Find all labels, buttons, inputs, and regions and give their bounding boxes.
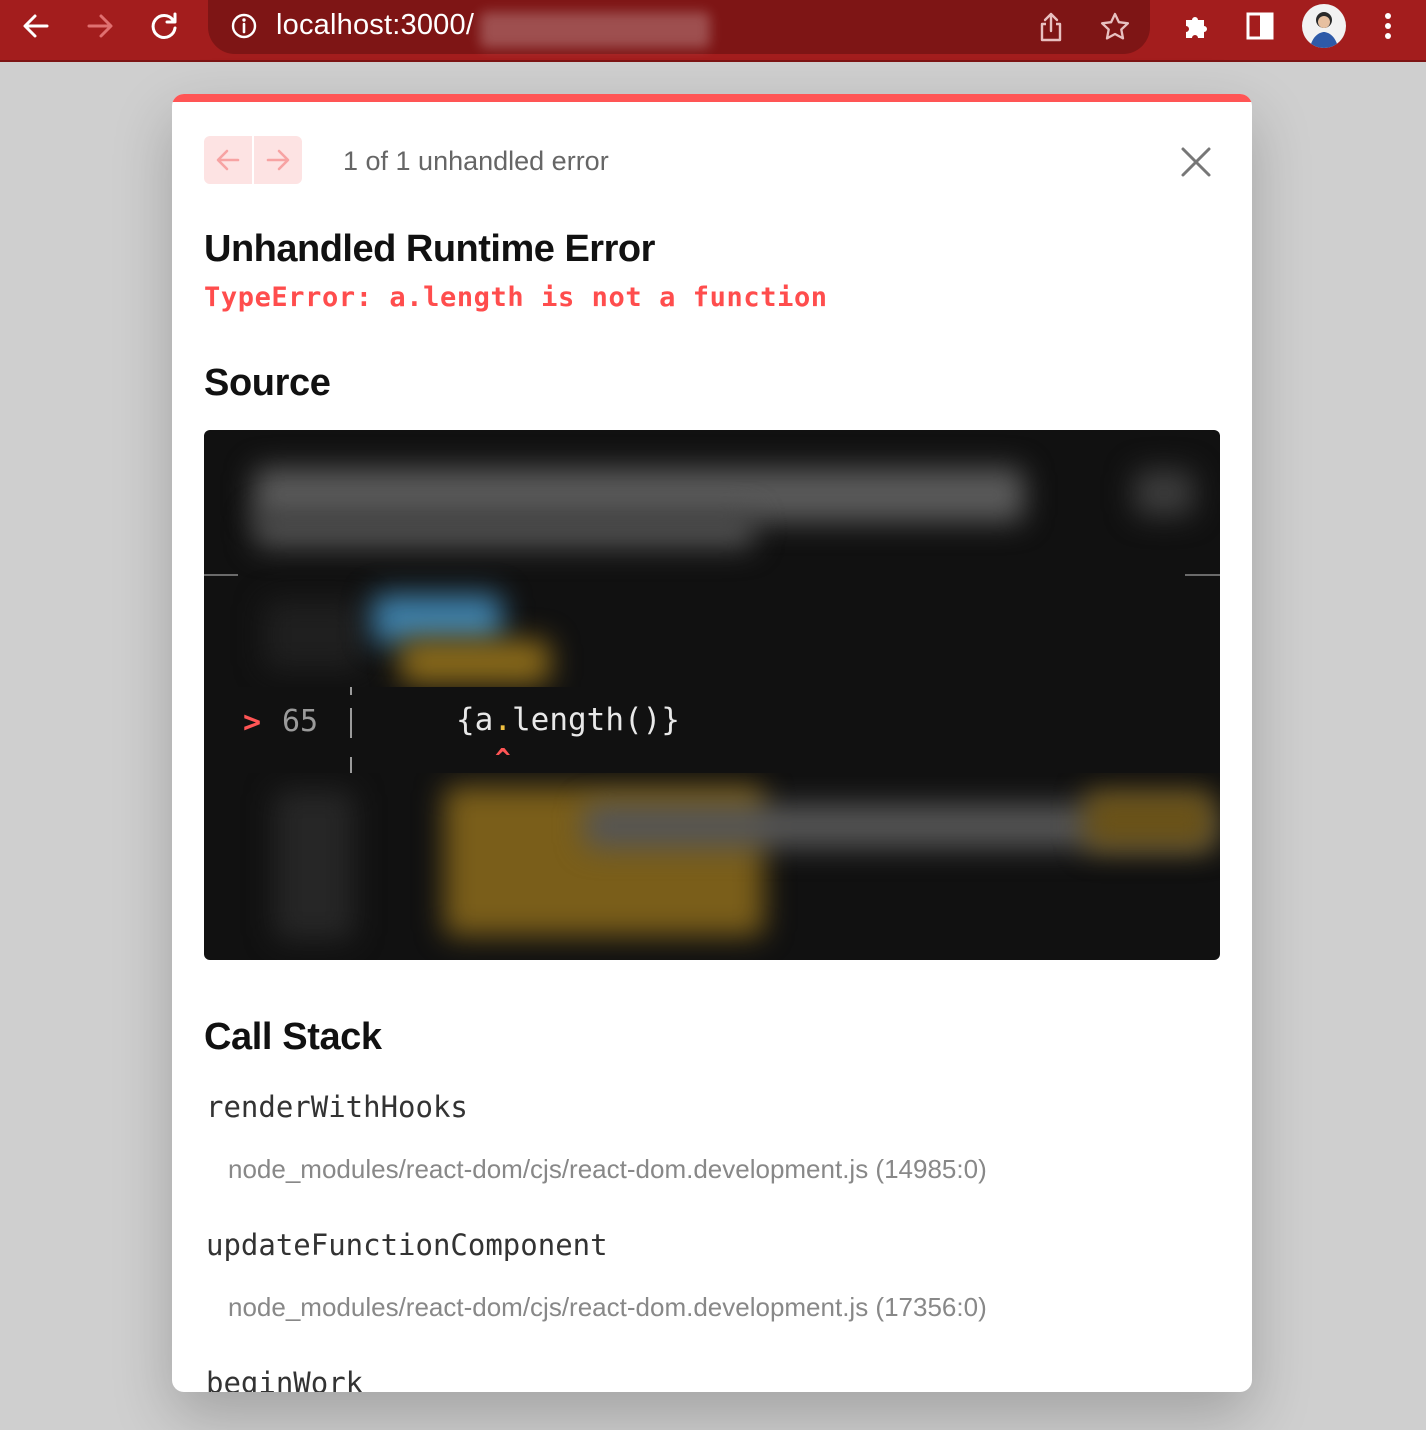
redacted-line-number <box>274 790 354 940</box>
error-overlay-dialog: 1 of 1 unhandled error Unhandled Runtime… <box>172 94 1252 1392</box>
error-pagination <box>204 136 302 184</box>
error-line-marker: > <box>243 705 262 740</box>
source-heading: Source <box>204 362 331 404</box>
gutter-line <box>350 757 352 773</box>
star-icon[interactable] <box>1098 10 1132 44</box>
side-panel-icon <box>1246 12 1274 40</box>
stack-frame-file[interactable]: node_modules/react-dom/cjs/react-dom.dev… <box>228 1154 987 1185</box>
stack-frame-function[interactable]: updateFunctionComponent <box>206 1228 608 1262</box>
redacted-line-number <box>264 600 364 670</box>
reload-button[interactable] <box>138 0 190 52</box>
arrow-right-icon <box>266 149 290 171</box>
stack-frame-function[interactable]: renderWithHooks <box>206 1090 468 1124</box>
puzzle-icon <box>1186 17 1207 38</box>
divider <box>204 574 238 576</box>
arrow-left-icon <box>23 14 49 38</box>
next-error-button[interactable] <box>254 136 302 184</box>
gutter-line <box>350 687 352 695</box>
arrow-right-icon <box>87 14 113 38</box>
back-button[interactable] <box>10 0 62 52</box>
error-title: Unhandled Runtime Error <box>204 228 655 270</box>
gutter-line <box>350 708 352 738</box>
avatar[interactable] <box>1302 4 1346 48</box>
source-code-frame: > 65 {a.length()} ^ <box>204 430 1220 960</box>
redacted-url-path <box>480 12 710 48</box>
redacted-code-line <box>254 512 754 548</box>
stack-frame-function[interactable]: beginWork <box>206 1366 363 1392</box>
error-accent-bar <box>172 94 1252 102</box>
redacted-code-token <box>372 594 502 644</box>
redacted-code-line <box>1134 470 1194 516</box>
reload-icon <box>151 12 177 39</box>
browser-toolbar: localhost:3000/ <box>0 0 1426 62</box>
redacted-code-token <box>400 640 550 684</box>
error-message: TypeError: a.length is not a function <box>204 282 828 313</box>
info-icon[interactable] <box>230 12 258 40</box>
error-count: 1 of 1 unhandled error <box>343 146 609 176</box>
url-text: localhost:3000/ <box>276 9 475 41</box>
previous-error-button[interactable] <box>204 136 252 184</box>
error-code-text: {a.length()} <box>456 702 680 738</box>
divider <box>1185 574 1220 576</box>
share-icon[interactable] <box>1034 10 1068 44</box>
close-icon <box>1181 147 1211 177</box>
kebab-menu-icon <box>1385 13 1391 39</box>
address-bar[interactable]: localhost:3000/ <box>208 0 1150 54</box>
error-code-line <box>237 687 1220 773</box>
redacted-code-token <box>1084 790 1214 850</box>
arrow-left-icon <box>216 149 240 171</box>
browser-menu-button[interactable] <box>1362 0 1414 52</box>
stack-frame-file[interactable]: node_modules/react-dom/cjs/react-dom.dev… <box>228 1292 987 1323</box>
profile-picture <box>1310 12 1338 48</box>
extensions-button[interactable] <box>1170 0 1222 52</box>
close-button[interactable] <box>1176 142 1216 182</box>
forward-button[interactable] <box>74 0 126 52</box>
error-caret: ^ <box>495 744 511 774</box>
line-number: 65 <box>282 704 319 739</box>
call-stack-heading: Call Stack <box>204 1016 382 1058</box>
side-panel-button[interactable] <box>1234 0 1286 52</box>
